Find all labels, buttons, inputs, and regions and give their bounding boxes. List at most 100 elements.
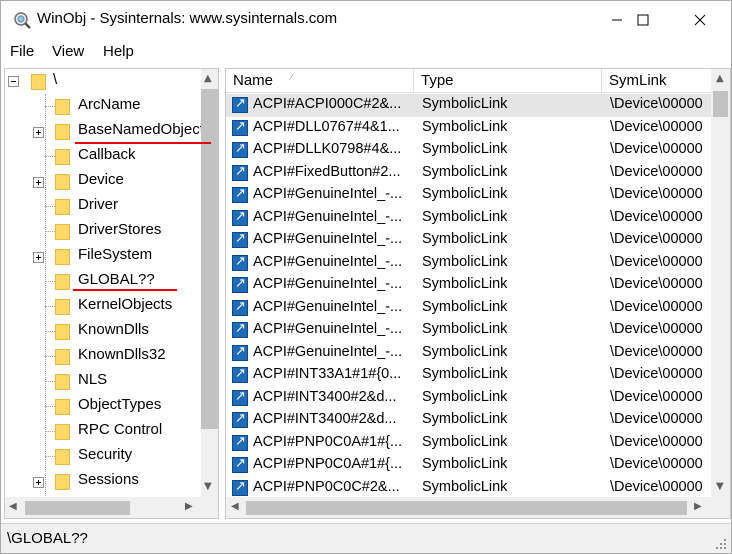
close-button[interactable] [677,1,723,39]
tree-item[interactable]: NLS [5,369,200,394]
cell-symlink: \Device\00000 [610,118,703,135]
list-scroll-right-icon[interactable]: ▶ [694,502,702,512]
maximize-button[interactable] [620,1,666,39]
column-header-name[interactable]: Name ⁄ [226,69,414,93]
tree-scroll-down-icon[interactable]: ▼ [204,482,212,492]
cell-name: ACPI#FixedButton#2... [253,163,401,180]
expand-toggle[interactable] [33,252,44,263]
tree-scroll-up-icon[interactable]: ▲ [204,74,212,84]
cell-symlink: \Device\00000 [610,478,703,495]
symlink-icon [232,209,248,226]
symlink-icon [232,119,248,136]
cell-name: ACPI#GenuineIntel_-... [253,231,403,247]
list-horizontal-scroll-thumb[interactable] [246,501,687,515]
cell-name: ACPI#INT3400#2&d... [253,388,397,405]
cell-type: SymbolicLink [422,231,508,247]
list-row[interactable]: ACPI#GenuineIntel_-... SymbolicLink \Devic… [226,229,711,252]
list-row[interactable]: ACPI#GenuineIntel_-... SymbolicLink \Devic… [226,207,711,230]
tree-scroll-left-icon[interactable]: ◀ [9,502,17,512]
tree-item-label: ArcName [78,96,141,113]
list-row[interactable]: ACPI#GenuineIntel_-... SymbolicLink \Devic… [226,297,711,320]
folder-icon [55,99,70,115]
tree-item[interactable]: KnownDlls [5,319,200,344]
column-header-type[interactable]: Type [414,69,602,93]
tree-item[interactable]: DriverStores [5,219,200,244]
cell-name: ACPI#GenuineIntel_-... [253,321,403,337]
list-vertical-scrollbar[interactable] [711,69,730,497]
tree-item[interactable]: KernelObjects [5,294,200,319]
list-row[interactable]: ACPI#GenuineIntel_-... SymbolicLink \Devic… [226,342,711,365]
list-row[interactable]: ACPI#PNP0C0A#1#{... SymbolicLink \Device\0… [226,454,711,477]
list-vertical-scroll-thumb[interactable] [713,91,728,117]
tree-item[interactable]: Security [5,444,200,469]
list-row[interactable]: ACPI#DLL0767#4&1... SymbolicLink \Device\0… [226,117,711,140]
list-row[interactable]: ACPI#FixedButton#2... SymbolicLink \Device… [226,162,711,185]
list-row[interactable]: ACPI#PNP0C0C#2&... SymbolicLink \Device\00… [226,477,711,500]
collapse-root-toggle[interactable] [8,76,19,87]
annotation-underline [75,142,211,144]
symlink-icon [232,186,248,203]
namespace-tree[interactable]: \ ArcName BaseNamedObjects Callback Device D… [4,68,219,519]
list-scroll-up-icon[interactable]: ▲ [716,74,724,84]
tree-horizontal-scroll-thumb[interactable] [25,501,130,515]
tree-item-label: KnownDlls [78,321,149,338]
object-list[interactable]: Name ⁄ Type SymLink ACPI#ACPI000C#2&... S… [225,68,731,519]
list-row[interactable]: ACPI#PNP0C0A#1#{... SymbolicLink \Device\0… [226,432,711,455]
expand-toggle[interactable] [33,477,44,488]
menu-view[interactable]: View [52,43,84,60]
menu-file[interactable]: File [10,43,34,60]
list-row[interactable]: ACPI#GenuineIntel_-... SymbolicLink \Devic… [226,274,711,297]
status-path: \GLOBAL?? [7,530,88,547]
list-row[interactable]: ACPI#INT33A1#1#{0... SymbolicLink \Device\… [226,364,711,387]
cell-symlink: \Device\00000 [610,253,703,270]
cell-type: SymbolicLink [422,298,508,315]
title-bar[interactable]: WinObj - Sysinternals: www.sysinternals.… [1,1,731,39]
tree-item-label: Security [78,446,133,463]
tree-item[interactable]: ObjectTypes [5,394,200,419]
list-row[interactable]: ACPI#DLLK0798#4&... SymbolicLink \Device\0… [226,139,711,162]
tree-item-label: Driver [78,196,118,213]
cell-symlink: \Device\00000 [610,141,703,157]
expand-toggle[interactable] [33,127,44,138]
tree-vertical-scroll-thumb[interactable] [201,89,218,429]
cell-symlink: \Device\00000 [610,433,703,450]
cell-name: ACPI#DLL0767#4&1... [253,118,400,135]
menu-help[interactable]: Help [103,43,134,60]
tree-item[interactable]: ArcName [5,94,200,119]
cell-name: ACPI#INT3400#2&d... [253,411,397,427]
list-row[interactable]: ACPI#INT3400#2&d... SymbolicLink \Device\0… [226,409,711,432]
cell-type: SymbolicLink [422,388,508,405]
list-scroll-down-icon[interactable]: ▼ [716,482,724,492]
cell-name: ACPI#GenuineIntel_-... [253,186,403,202]
list-row[interactable]: ACPI#GenuineIntel_-... SymbolicLink \Devic… [226,319,711,342]
folder-icon [55,124,70,140]
tree-item[interactable]: Callback [5,144,200,169]
tree-item-label: BaseNamedObjects [78,121,212,138]
tree-item[interactable]: KnownDlls32 [5,344,200,369]
folder-icon [55,324,70,340]
resize-grip-icon[interactable] [715,538,727,550]
list-row[interactable]: ACPI#ACPI000C#2&... SymbolicLink \Device\0… [226,94,711,117]
tree-item[interactable]: Sessions [5,469,200,494]
tree-item[interactable]: BaseNamedObjects [5,119,211,144]
tree-item[interactable]: FileSystem [5,244,200,269]
cell-symlink: \Device\00000 [610,96,703,112]
list-row[interactable]: ACPI#GenuineIntel_-... SymbolicLink \Devic… [226,184,711,207]
tree-item[interactable]: Driver [5,194,200,219]
tree-item[interactable]: RPC Control [5,419,200,444]
folder-icon [55,149,70,165]
folder-icon [55,199,70,215]
cell-symlink: \Device\00000 [610,276,703,292]
tree-scroll-right-icon[interactable]: ▶ [185,502,193,512]
expand-toggle[interactable] [33,177,44,188]
tree-root[interactable]: \ [5,69,200,94]
tree-item[interactable]: Device [5,169,200,194]
cell-name: ACPI#GenuineIntel_-... [253,298,403,315]
list-row[interactable]: ACPI#INT3400#2&d... SymbolicLink \Device\0… [226,387,711,410]
cell-type: SymbolicLink [422,163,508,180]
cell-name: ACPI#DLLK0798#4&... [253,141,402,157]
folder-icon [55,249,70,265]
list-row[interactable]: ACPI#GenuineIntel_-... SymbolicLink \Devic… [226,252,711,275]
column-header-symlink[interactable]: SymLink [602,69,711,93]
list-scroll-left-icon[interactable]: ◀ [231,502,239,512]
